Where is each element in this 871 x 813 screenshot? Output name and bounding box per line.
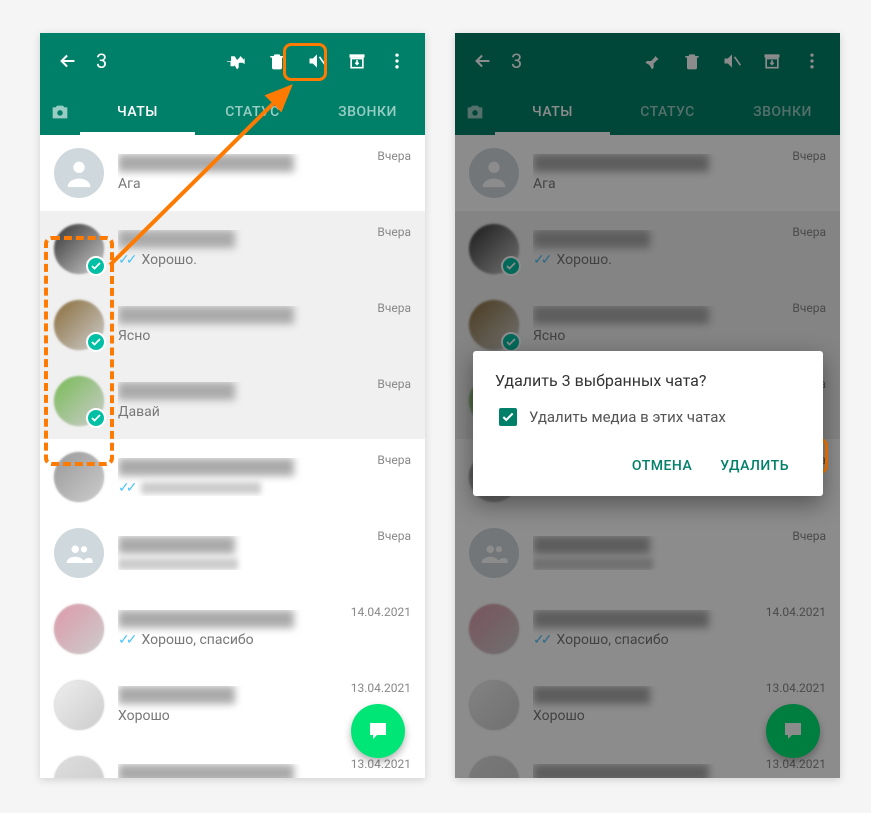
- chat-avatar[interactable]: [54, 148, 104, 198]
- tab-chats[interactable]: ЧАТЫ: [80, 89, 195, 135]
- chat-time: 13.04.2021: [351, 757, 411, 771]
- phone-screenshot-left: 3 ЧАТЫ СТАТУС ЗВОНКИ АгаВчера✓✓Хоро: [40, 33, 425, 778]
- selection-header: 3: [40, 33, 425, 89]
- chat-time: Вчера: [377, 225, 411, 239]
- chat-last-message: ✓✓Хорошо.: [118, 252, 411, 268]
- camera-icon[interactable]: [40, 101, 80, 123]
- chat-last-message: [118, 558, 411, 570]
- read-ticks-icon: ✓✓: [118, 252, 133, 268]
- chat-name: [118, 382, 411, 400]
- chat-name: [118, 154, 411, 172]
- selected-check-icon: [86, 332, 106, 352]
- archive-icon[interactable]: [337, 41, 377, 81]
- tab-bar: ЧАТЫ СТАТУС ЗВОНКИ: [40, 89, 425, 135]
- delete-button[interactable]: УДАЛИТЬ: [708, 448, 801, 484]
- checkbox-icon[interactable]: [499, 408, 517, 426]
- new-chat-fab[interactable]: [351, 704, 405, 758]
- chat-row[interactable]: Ясно Вчера: [40, 287, 425, 363]
- chat-avatar[interactable]: [54, 224, 104, 274]
- chat-name: [118, 458, 411, 476]
- pin-icon[interactable]: [217, 41, 257, 81]
- chat-row[interactable]: Давай Вчера: [40, 363, 425, 439]
- chat-time: Вчера: [377, 149, 411, 163]
- read-ticks-icon: ✓✓: [118, 480, 133, 496]
- chat-content: Давай: [118, 382, 411, 420]
- chat-row[interactable]: ✓✓Хорошо, спасибо 14.04.2021: [40, 591, 425, 667]
- chat-content: Ясно: [118, 306, 411, 344]
- chat-row[interactable]: Ага Вчера: [40, 135, 425, 211]
- phone-screenshot-right: 3 ЧАТЫ СТАТУС ЗВОНКИ АгаВчера✓✓Хорошо.Вч…: [455, 33, 840, 778]
- chat-list[interactable]: Ага Вчера ✓✓Хорошо. Вчера Ясно Вчера Давай Вчер…: [40, 135, 425, 778]
- chat-time: 13.04.2021: [351, 681, 411, 695]
- chat-last-message: Давай: [118, 404, 411, 420]
- delete-media-checkbox-row[interactable]: Удалить медиа в этих чатах: [495, 408, 801, 426]
- mute-icon[interactable]: [297, 41, 337, 81]
- chat-last-message: Ясно: [118, 328, 411, 344]
- chat-content: [118, 536, 411, 570]
- tab-calls[interactable]: ЗВОНКИ: [310, 89, 425, 135]
- chat-name: [118, 536, 411, 554]
- tab-status[interactable]: СТАТУС: [195, 89, 310, 135]
- chat-last-message: ✓✓Хорошо, спасибо: [118, 632, 411, 648]
- selection-count: 3: [96, 49, 217, 73]
- chat-time: Вчера: [377, 301, 411, 315]
- chat-name: [118, 230, 411, 248]
- chat-avatar[interactable]: [54, 376, 104, 426]
- selected-check-icon: [86, 408, 106, 428]
- delete-icon[interactable]: [257, 41, 297, 81]
- delete-confirm-dialog: Удалить 3 выбранных чата? Удалить медиа …: [473, 351, 823, 496]
- read-ticks-icon: ✓✓: [118, 632, 133, 648]
- chat-avatar[interactable]: [54, 300, 104, 350]
- chat-content: ✓✓: [118, 458, 411, 496]
- chat-row[interactable]: ✓✓Хорошо. Вчера: [40, 211, 425, 287]
- chat-last-message: ✓✓: [118, 480, 411, 496]
- chat-avatar[interactable]: [54, 680, 104, 730]
- chat-time: Вчера: [377, 529, 411, 543]
- chat-row[interactable]: ✓✓ Вчера: [40, 439, 425, 515]
- chat-time: 14.04.2021: [351, 605, 411, 619]
- selected-check-icon: [86, 256, 106, 276]
- chat-time: Вчера: [377, 377, 411, 391]
- chat-content: Ага: [118, 154, 411, 192]
- dialog-title: Удалить 3 выбранных чата?: [495, 371, 801, 390]
- chat-row[interactable]: Вчера: [40, 515, 425, 591]
- chat-avatar[interactable]: [54, 756, 104, 778]
- cancel-button[interactable]: ОТМЕНА: [620, 448, 704, 484]
- back-icon[interactable]: [48, 41, 88, 81]
- checkbox-label: Удалить медиа в этих чатах: [529, 408, 726, 426]
- more-icon[interactable]: [377, 41, 417, 81]
- chat-avatar[interactable]: [54, 604, 104, 654]
- chat-name: [118, 306, 411, 324]
- chat-avatar[interactable]: [54, 528, 104, 578]
- chat-content: ✓✓Хорошо.: [118, 230, 411, 268]
- chat-time: Вчера: [377, 453, 411, 467]
- chat-last-message: Ага: [118, 176, 411, 192]
- chat-avatar[interactable]: [54, 452, 104, 502]
